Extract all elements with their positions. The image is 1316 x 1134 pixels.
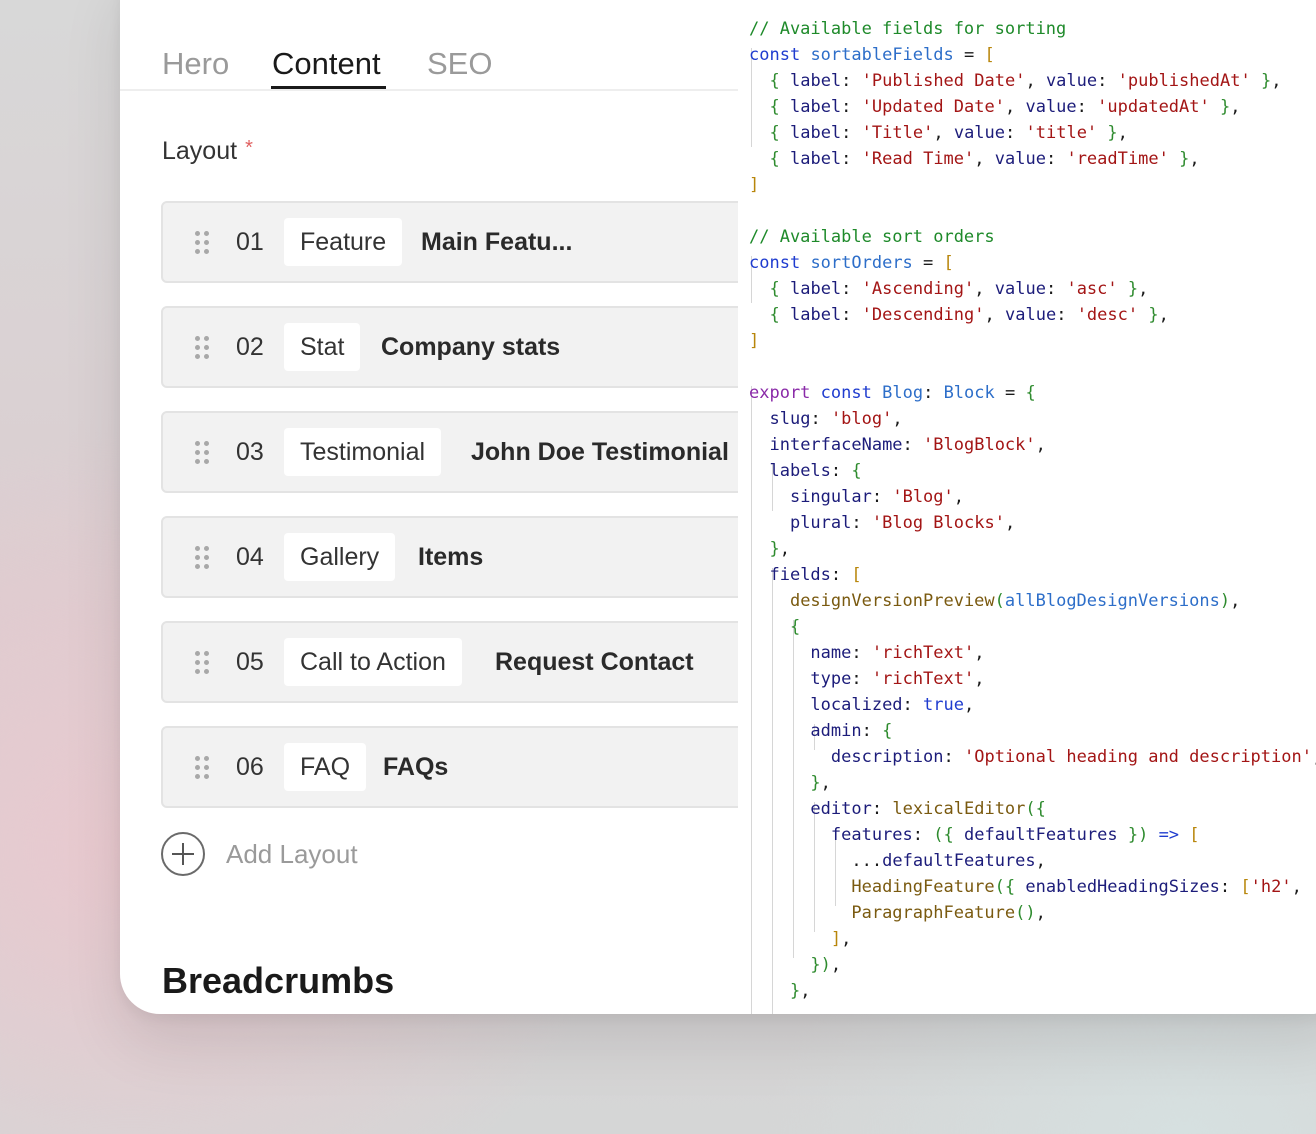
block-title: John Doe Testimonial [471,438,729,466]
code-line: editor: lexicalEditor({ [810,799,1046,819]
code-line: }, [769,539,790,559]
layout-row[interactable]: 03 Testimonial John Doe Testimonial [161,411,738,493]
layout-row[interactable]: 04 Gallery Items [161,516,738,598]
drag-handle-icon[interactable] [195,546,211,570]
code-line: { label: 'Title', value: 'title' }, [769,123,1128,143]
code-line: { label: 'Ascending', value: 'asc' }, [769,279,1149,299]
code-line: labels: { [769,461,862,481]
code-line: }), [810,955,842,975]
next-section-heading: Breadcrumbs [162,960,395,1001]
row-number: 06 [236,753,264,781]
row-number: 04 [236,543,264,571]
code-line: ] [749,331,760,351]
code-line: { label: 'Updated Date', value: 'updated… [769,97,1241,117]
code-line: fields: [ [769,565,862,585]
code-editor: // Available fields for sorting const sor… [738,0,1316,1014]
add-layout-label: Add Layout [226,839,358,869]
layout-label-text: Layout [162,137,238,165]
block-title: Request Contact [495,648,694,676]
code-line: description: 'Optional heading and descr… [830,747,1316,767]
block-type-badge: Feature [284,218,403,266]
row-number: 05 [236,648,264,676]
tab-hero[interactable]: Hero [162,48,229,79]
code-line: const sortableFields = [ [749,45,995,65]
code-line: ] [749,175,760,195]
code-line: ...defaultFeatures, [851,851,1046,871]
code-line: plural: 'Blog Blocks', [789,513,1016,533]
required-marker: * [245,137,253,159]
code-line: singular: 'Blog', [789,487,965,507]
drag-handle-icon[interactable] [195,651,211,675]
drag-handle-icon[interactable] [195,336,211,360]
code-line: // Available fields for sorting [749,19,1067,39]
row-number: 02 [236,333,264,361]
tab-seo[interactable]: SEO [427,48,492,79]
block-type-badge: Testimonial [284,428,442,476]
code-line: HeadingFeature({ enabledHeadingSizes: ['… [851,877,1316,897]
layout-row[interactable]: 05 Call to Action Request Contact [161,621,738,703]
block-title: FAQs [383,753,449,781]
code-line: ParagraphFeature(), [851,903,1046,923]
code-line: ], [830,929,852,949]
drag-handle-icon[interactable] [195,441,211,465]
block-type-badge: Stat [284,323,361,371]
block-type-badge: FAQ [284,743,367,791]
plus-circle-icon[interactable] [161,832,205,876]
code-line: localized: true, [810,695,975,715]
row-number: 01 [236,228,264,256]
code-line: { [789,617,801,637]
active-tab-indicator [271,86,386,89]
code-line: name: 'richText', [810,643,985,663]
code-line: { label: 'Descending', value: 'desc' }, [769,305,1169,325]
layout-row[interactable]: 06 FAQ FAQs [161,726,738,808]
code-line: }, [810,773,831,793]
code-line: features: ({ defaultFeatures }) => [ [830,825,1200,845]
block-title: Items [418,543,484,571]
code-line: interfaceName: 'BlogBlock', [769,435,1046,455]
code-line: export const Blog: Block = { [749,383,1036,403]
code-line: // Available sort orders [749,227,995,247]
code-line: admin: { [810,721,893,741]
code-line: designVersionPreview(allBlogDesignVersio… [789,591,1241,611]
drag-handle-icon[interactable] [195,756,211,780]
block-title: Main Featu... [421,228,573,256]
code-line: type: 'richText', [810,669,985,689]
drag-handle-icon[interactable] [195,231,211,255]
code-line: }, [789,981,811,1001]
block-type-badge: Gallery [284,533,396,581]
app-window: Hero Content SEO Layout * 01 Feature Main… [120,0,1316,1014]
layout-field-label: Layout * [162,138,253,164]
block-type-badge: Call to Action [284,638,462,686]
row-number: 03 [236,438,264,466]
tab-bar: Hero Content SEO [120,0,738,91]
tab-content[interactable]: Content [272,48,381,79]
layout-row[interactable]: 02 Stat Company stats [161,306,738,388]
code-line: { label: 'Published Date', value: 'publi… [769,71,1282,91]
editor-panel: Hero Content SEO Layout * 01 Feature Main… [120,0,738,1014]
layout-row[interactable]: 01 Feature Main Featu... [161,201,738,283]
code-line: { label: 'Read Time', value: 'readTime' … [769,149,1200,169]
code-line: slug: 'blog', [769,409,903,429]
code-line: const sortOrders = [ [749,253,954,273]
block-title: Company stats [381,333,561,361]
